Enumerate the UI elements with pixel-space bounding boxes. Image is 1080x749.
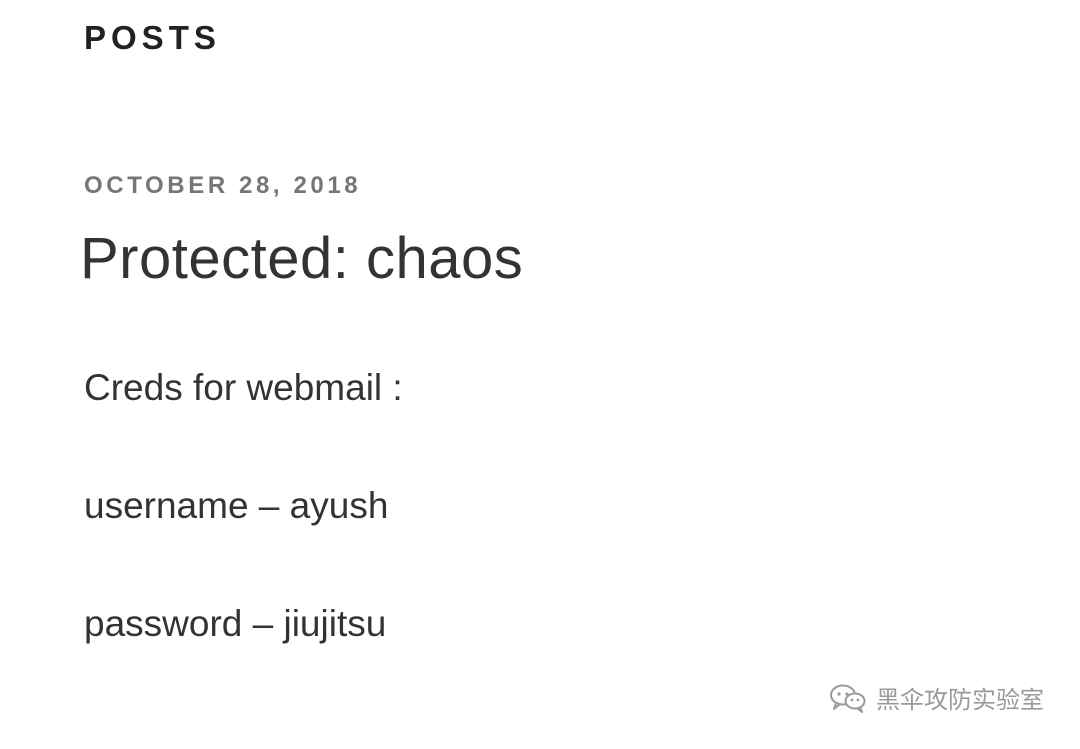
post-date[interactable]: OCTOBER 28, 2018 [84, 170, 361, 202]
content-paragraph: Creds for webmail : [84, 367, 403, 408]
content-paragraph: username – ayush [84, 485, 389, 526]
section-title: POSTS [84, 19, 221, 56]
wechat-icon [828, 683, 868, 713]
content-paragraph: password – jiujitsu [84, 603, 387, 644]
watermark-text: 黑伞攻防实验室 [876, 686, 1044, 714]
watermark: 黑伞攻防实验室 [828, 680, 1044, 715]
post-title[interactable]: Protected: chaos [80, 222, 523, 296]
